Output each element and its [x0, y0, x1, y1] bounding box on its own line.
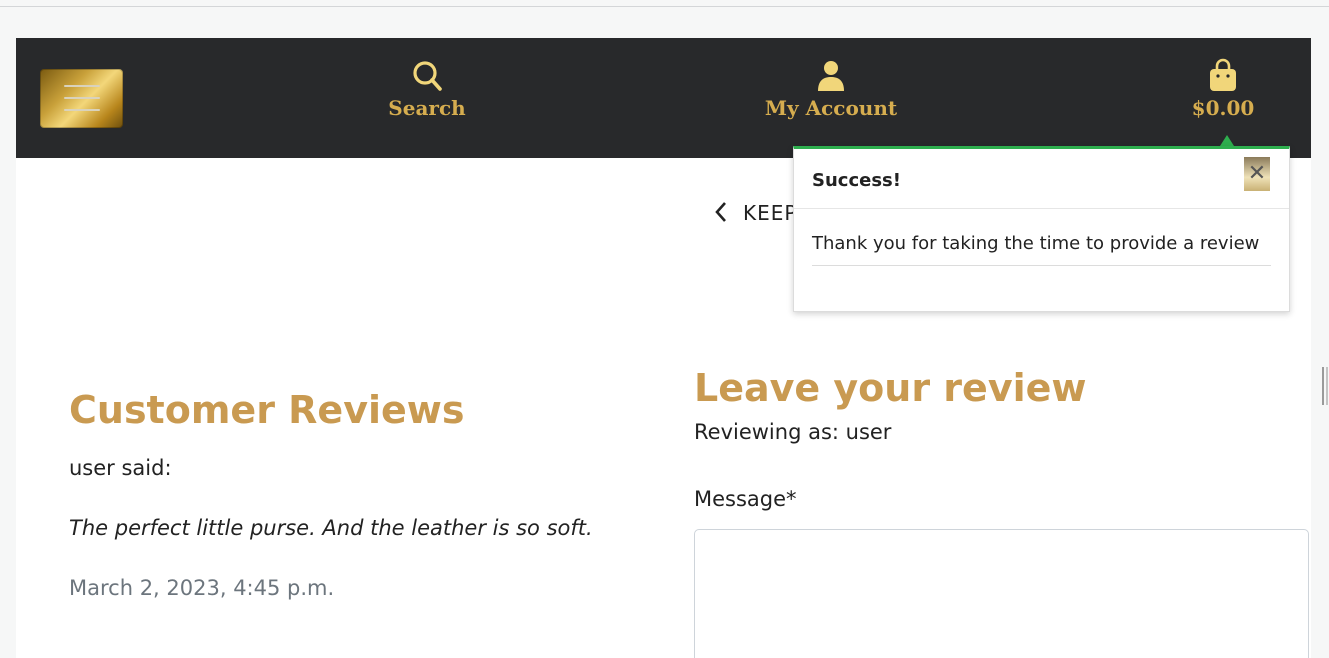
back-link-label: KEEP [743, 201, 798, 225]
browser-top-border [0, 6, 1329, 7]
back-to-shop-link[interactable]: KEEP [713, 200, 797, 225]
toast-pointer [1220, 135, 1234, 146]
nav-search-label: Search [388, 96, 466, 120]
hamburger-line [64, 109, 100, 111]
message-textarea[interactable] [694, 529, 1309, 658]
main-navbar: Search My Account $0.00 [16, 38, 1311, 158]
nav-cart-link[interactable]: $0.00 [1188, 58, 1258, 120]
nav-account-label: My Account [764, 96, 898, 120]
search-icon [413, 61, 442, 91]
review-text: The perfect little purse. And the leathe… [69, 516, 593, 540]
hamburger-line [64, 85, 100, 87]
nav-search-link[interactable]: Search [387, 58, 467, 120]
review-date: March 2, 2023, 4:45 p.m. [69, 576, 335, 600]
shopping-bag-icon [1210, 58, 1236, 91]
scrollbar-thumb[interactable] [1322, 367, 1324, 405]
user-icon [818, 61, 844, 91]
chevron-left-icon [715, 202, 726, 222]
toast-header: Success! ✕ [794, 149, 1289, 209]
reviewing-as-text: Reviewing as: user [694, 420, 892, 444]
close-icon[interactable]: ✕ [1244, 157, 1270, 191]
nav-account-link[interactable]: My Account [761, 58, 901, 120]
review-form-heading: Leave your review [694, 366, 1087, 410]
menu-toggle-button[interactable] [40, 69, 123, 128]
scrollbar-thumb-edge [1326, 367, 1328, 405]
success-toast: Success! ✕ Thank you for taking the time… [793, 146, 1290, 312]
toast-message: Thank you for taking the time to provide… [812, 233, 1260, 254]
reviews-heading: Customer Reviews [69, 388, 465, 432]
toast-title: Success! [812, 170, 901, 191]
hamburger-line [64, 97, 100, 99]
page-container: Search My Account $0.00 KEEP Success! ✕ … [16, 38, 1311, 658]
review-author: user said: [69, 456, 172, 480]
message-label: Message* [694, 487, 797, 511]
toast-divider [812, 265, 1271, 266]
cart-total: $0.00 [1191, 96, 1255, 120]
